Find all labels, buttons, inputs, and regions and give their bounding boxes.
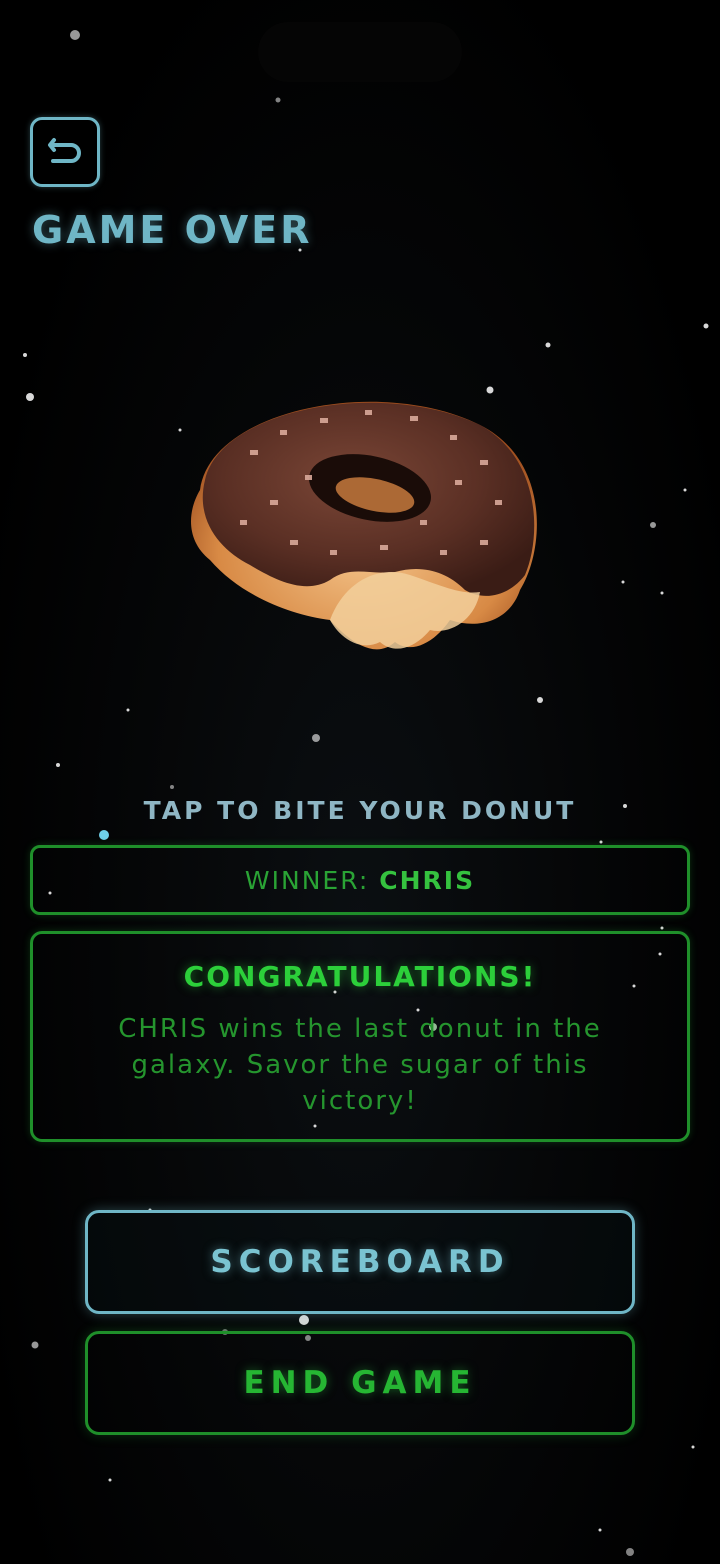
donut-illustration [190,401,537,650]
congratulations-message: CHRIS wins the last donut in the galaxy.… [118,1014,602,1116]
winner-name: CHRIS [379,865,476,895]
game-over-screen: GAME OVER TAP TO BITE YOUR DONUT WINNER:… [0,0,720,1564]
winner-banner: WINNER: CHRIS [30,845,690,915]
winner-label: WINNER: [244,865,370,895]
back-button[interactable] [30,117,100,187]
end-game-button[interactable]: END GAME [85,1331,635,1435]
device-notch [258,22,462,82]
donut-image[interactable] [180,380,550,670]
congratulations-panel: CONGRATULATIONS! CHRIS wins the last don… [30,931,690,1142]
congratulations-title: CONGRATULATIONS! [183,960,537,993]
tap-to-bite-prompt: TAP TO BITE YOUR DONUT [143,796,577,825]
undo-arrow-icon [48,138,81,163]
page-title: GAME OVER [32,208,313,252]
scoreboard-button[interactable]: SCOREBOARD [85,1210,635,1314]
